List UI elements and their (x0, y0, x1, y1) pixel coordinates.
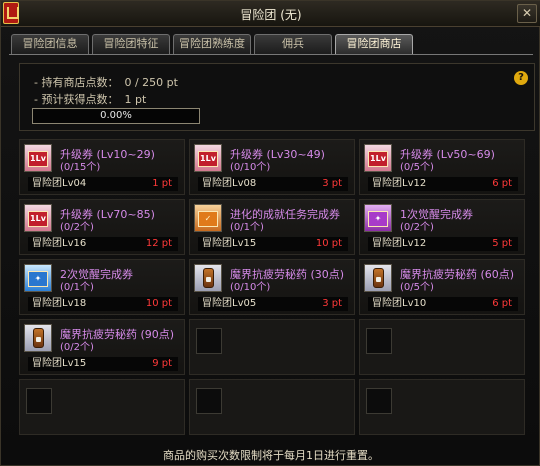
item-price: 5 pt (492, 238, 512, 249)
shop-item-card[interactable]: 1Lv 升级券 (Lv50~69) (0/5个) 冒险团Lv12 6 pt (359, 139, 525, 195)
expected-points-value: 1 pt (124, 93, 147, 106)
tab-divider (9, 54, 533, 55)
item-info-bar: 冒险团Lv05 3 pt (198, 297, 348, 311)
close-button[interactable]: ✕ (517, 4, 537, 23)
shop-item-card[interactable]: 1Lv 升级券 (Lv30~49) (0/10个) 冒险团Lv08 3 pt (189, 139, 355, 195)
shop-item-card[interactable]: ✦ 2次觉醒完成券 (0/1个) 冒险团Lv18 10 pt (19, 259, 185, 315)
empty-slot-frame (366, 328, 392, 354)
potion-icon (194, 264, 222, 292)
empty-shop-slot (359, 319, 525, 375)
item-price: 3 pt (322, 298, 342, 309)
item-purchase-limit: (0/10个) (230, 282, 271, 293)
empty-slot-frame (196, 388, 222, 414)
empty-slot-frame (196, 328, 222, 354)
shop-item-card[interactable]: ✓ 进化的成就任务完成券 (0/1个) 冒险团Lv15 10 pt (189, 199, 355, 255)
awakening2-ticket-icon: ✦ (24, 264, 52, 292)
item-price: 3 pt (322, 178, 342, 189)
item-info-bar: 冒险团Lv12 5 pt (368, 237, 518, 251)
level-ticket-icon: 1Lv (194, 144, 222, 172)
shop-points-panel: - 持有商店点数： 0 / 250 pt - 预计获得点数： 1 pt ? 0.00… (19, 63, 535, 131)
item-purchase-limit: (0/5个) (400, 162, 434, 173)
reset-notice: 商品的购买次数限制将于每月1日进行重置。 (163, 449, 379, 462)
level-ticket-icon: 1Lv (24, 204, 52, 232)
window-title: 冒险团 (无) (240, 8, 302, 22)
tab-mercenary[interactable]: 佣兵 (254, 34, 332, 54)
item-purchase-limit: (0/10个) (230, 162, 271, 173)
expected-points-label: - 预计获得点数： (34, 93, 119, 106)
item-purchase-limit: (0/2个) (60, 222, 94, 233)
level-ticket-icon: 1Lv (364, 144, 392, 172)
item-price: 10 pt (315, 238, 342, 249)
shop-item-card[interactable]: 1Lv 升级券 (Lv10~29) (0/15个) 冒险团Lv04 1 pt (19, 139, 185, 195)
item-price: 1 pt (152, 178, 172, 189)
item-price: 6 pt (492, 298, 512, 309)
item-info-bar: 冒险团Lv08 3 pt (198, 177, 348, 191)
tab-group-shop[interactable]: 冒险团商店 (335, 34, 413, 54)
held-points-value: 0 / 250 pt (124, 76, 178, 89)
item-purchase-limit: (0/5个) (400, 282, 434, 293)
adventure-group-window: 冒险团 (无) ✕ 冒险团信息 冒险团特征 冒险团熟练度 佣兵 冒险团商店 - … (0, 0, 540, 466)
item-purchase-limit: (0/1个) (230, 222, 264, 233)
potion-icon (24, 324, 52, 352)
potion-icon (364, 264, 392, 292)
item-purchase-limit: (0/1个) (60, 282, 94, 293)
item-level-requirement: 冒险团Lv16 (32, 238, 87, 249)
item-purchase-limit: (0/15个) (60, 162, 101, 173)
item-info-bar: 冒险团Lv04 1 pt (28, 177, 178, 191)
item-level-requirement: 冒险团Lv10 (372, 298, 427, 309)
points-progress-bar: 0.00% (32, 108, 200, 124)
empty-slot-frame (26, 388, 52, 414)
tab-group-traits[interactable]: 冒险团特征 (92, 34, 170, 54)
expected-points-row: - 预计获得点数： 1 pt (34, 91, 146, 107)
held-points-row: - 持有商店点数： 0 / 250 pt (34, 74, 178, 90)
item-price: 10 pt (145, 298, 172, 309)
awakening-ticket-icon: ✦ (364, 204, 392, 232)
empty-shop-slot (359, 379, 525, 435)
item-level-requirement: 冒险团Lv08 (202, 178, 257, 189)
item-level-requirement: 冒险团Lv12 (372, 238, 427, 249)
item-level-requirement: 冒险团Lv04 (32, 178, 87, 189)
shop-item-grid: 1Lv 升级券 (Lv10~29) (0/15个) 冒险团Lv04 1 pt 1… (19, 139, 525, 439)
item-level-requirement: 冒险团Lv15 (202, 238, 257, 249)
shop-item-card[interactable]: 魔界抗疲劳秘药 (60点) (0/5个) 冒险团Lv10 6 pt (359, 259, 525, 315)
item-level-requirement: 冒险团Lv15 (32, 358, 87, 369)
item-level-requirement: 冒险团Lv18 (32, 298, 87, 309)
shop-item-card[interactable]: 魔界抗疲劳秘药 (90点) (0/2个) 冒险团Lv15 9 pt (19, 319, 185, 375)
item-purchase-limit: (0/2个) (60, 342, 94, 353)
tab-group-proficiency[interactable]: 冒险团熟练度 (173, 34, 251, 54)
empty-shop-slot (189, 379, 355, 435)
item-info-bar: 冒险团Lv15 9 pt (28, 357, 178, 371)
empty-shop-slot (189, 319, 355, 375)
item-price: 6 pt (492, 178, 512, 189)
item-price: 9 pt (152, 358, 172, 369)
shop-item-card[interactable]: 魔界抗疲劳秘药 (30点) (0/10个) 冒险团Lv05 3 pt (189, 259, 355, 315)
title-bar: 冒险团 (无) ✕ (1, 1, 540, 27)
shop-item-card[interactable]: 1Lv 升级券 (Lv70~85) (0/2个) 冒险团Lv16 12 pt (19, 199, 185, 255)
item-level-requirement: 冒险团Lv12 (372, 178, 427, 189)
held-points-label: - 持有商店点数： (34, 76, 119, 89)
empty-shop-slot (19, 379, 185, 435)
points-progress-text: 0.00% (100, 110, 132, 121)
item-info-bar: 冒险团Lv10 6 pt (368, 297, 518, 311)
empty-slot-frame (366, 388, 392, 414)
help-icon[interactable]: ? (514, 71, 528, 85)
item-info-bar: 冒险团Lv18 10 pt (28, 297, 178, 311)
item-info-bar: 冒险团Lv15 10 pt (198, 237, 348, 251)
item-info-bar: 冒险团Lv12 6 pt (368, 177, 518, 191)
shop-item-card[interactable]: ✦ 1次觉醒完成券 (0/2个) 冒险团Lv12 5 pt (359, 199, 525, 255)
item-info-bar: 冒险团Lv16 12 pt (28, 237, 178, 251)
level-ticket-icon: 1Lv (24, 144, 52, 172)
tab-group-info[interactable]: 冒险团信息 (11, 34, 89, 54)
quest-ticket-icon: ✓ (194, 204, 222, 232)
item-price: 12 pt (145, 238, 172, 249)
item-purchase-limit: (0/2个) (400, 222, 434, 233)
item-level-requirement: 冒险团Lv05 (202, 298, 257, 309)
